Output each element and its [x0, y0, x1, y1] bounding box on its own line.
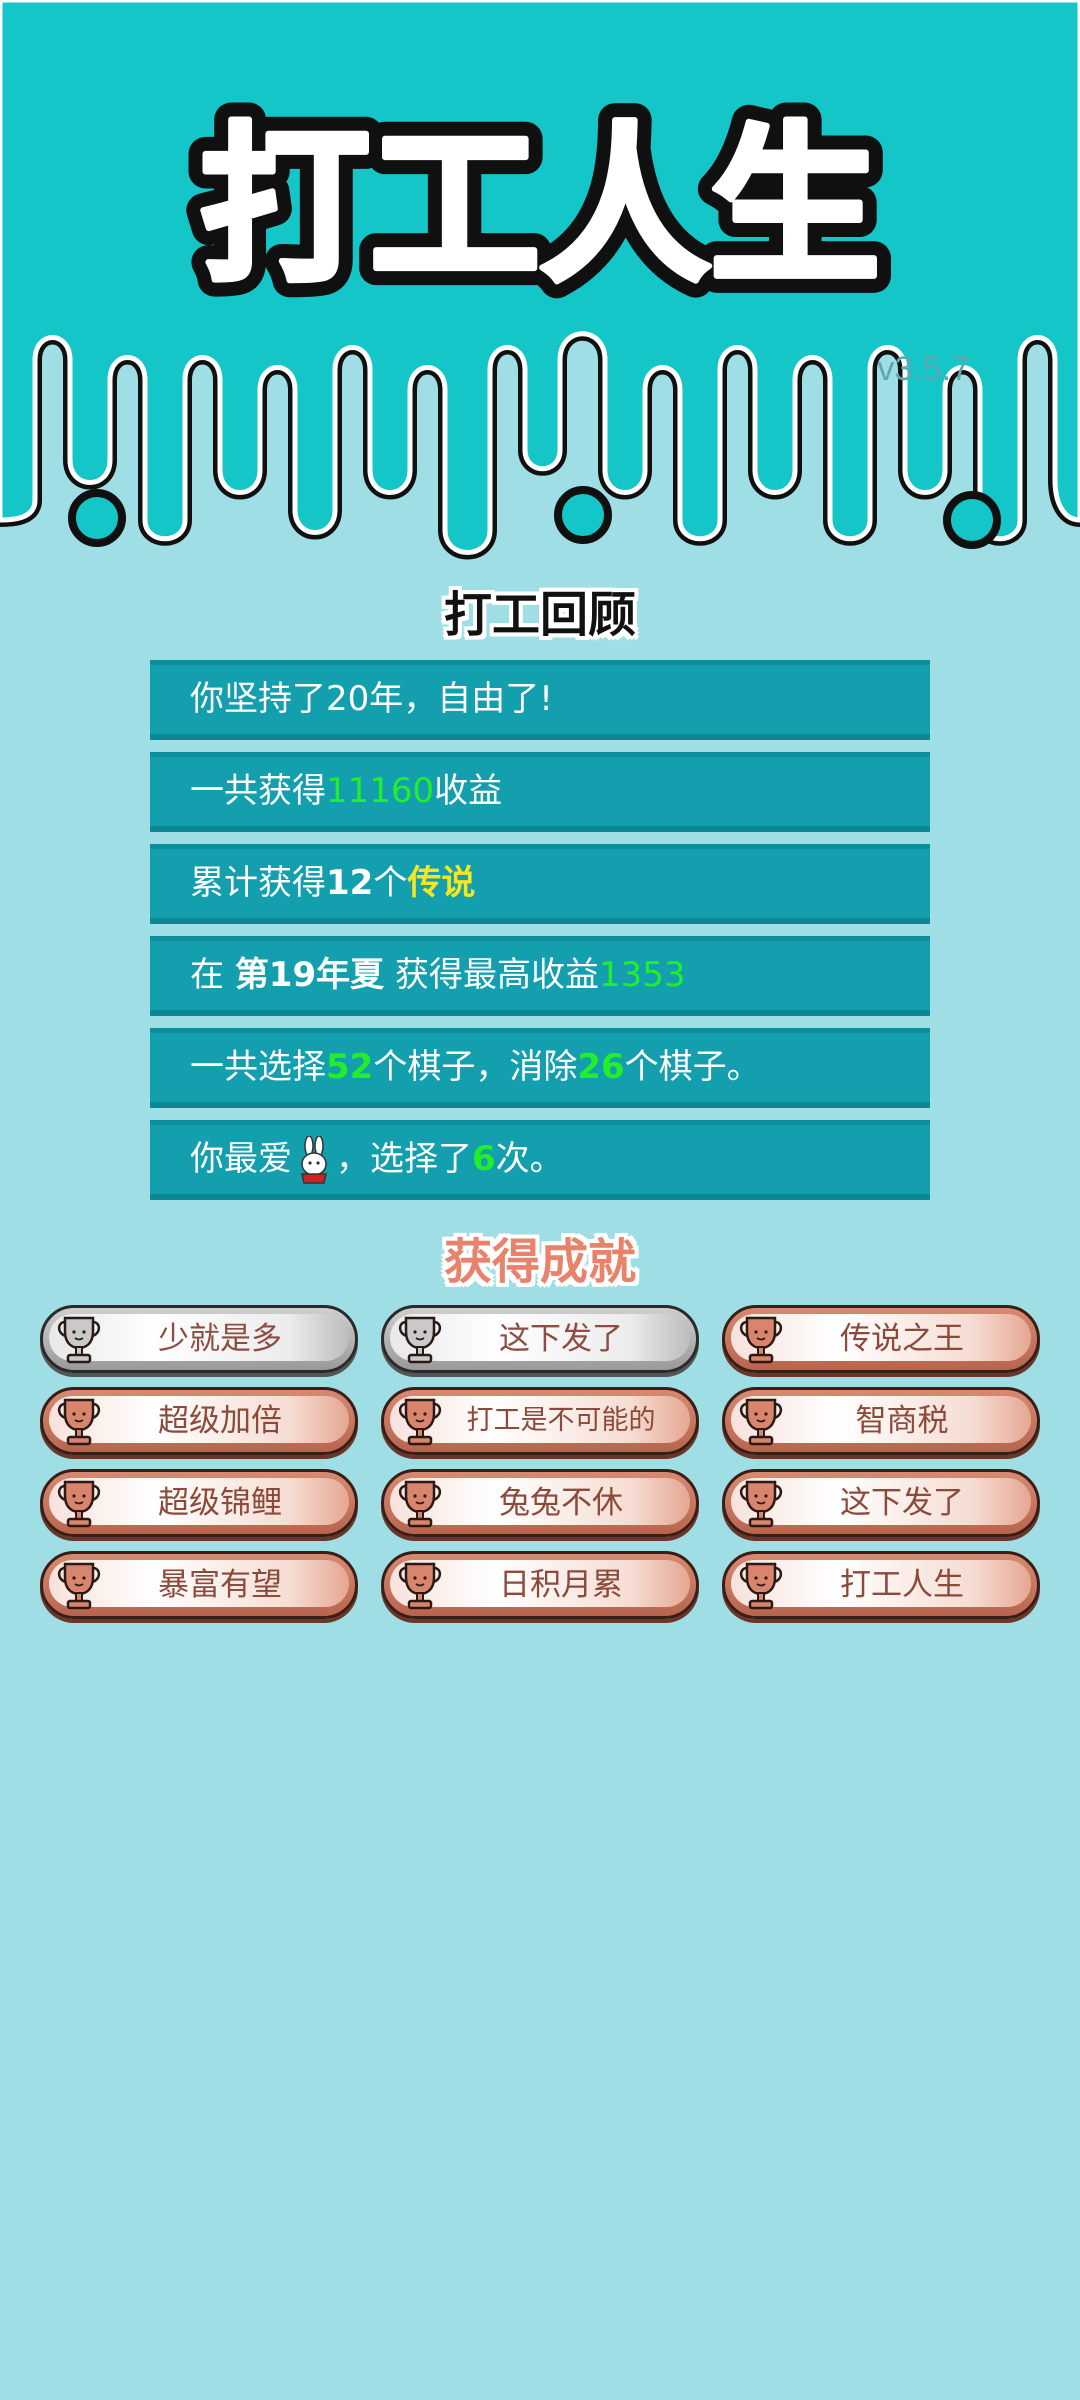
summary-row-best: 在 第19年夏 获得最高收益1353 [150, 936, 930, 1016]
trophy-icon [398, 1562, 442, 1610]
achievement-label: 超级加倍 [158, 1403, 282, 1439]
achievement-label: 日积月累 [499, 1567, 623, 1603]
achievement-label: 传说之王 [840, 1321, 964, 1357]
version-label: v3.5.7 [877, 350, 970, 388]
achievement-badge-2[interactable]: 传说之王 [722, 1305, 1040, 1373]
summary-row-legend: 累计获得12个传说 [150, 844, 930, 924]
achievement-badge-10[interactable]: 日积月累 [381, 1551, 699, 1619]
achievement-badge-8[interactable]: 这下发了 [722, 1469, 1040, 1537]
achievement-label: 打工是不可能的 [466, 1405, 656, 1436]
achievement-badge-4[interactable]: 打工是不可能的 [381, 1387, 699, 1455]
achievement-badge-11[interactable]: 打工人生 [722, 1551, 1040, 1619]
achievement-badge-7[interactable]: 兔兔不休 [381, 1469, 699, 1537]
legend-unit: 个 [373, 863, 408, 903]
legend-highlight: 传说 [407, 863, 476, 903]
trophy-icon [57, 1398, 101, 1446]
favorite-suffix: 次。 [495, 1139, 564, 1179]
summary-row-years: 你坚持了20年，自由了! [150, 660, 930, 740]
best-prefix: 在 [190, 955, 235, 995]
achievements-title: 获得成就 [443, 1234, 636, 1290]
trophy-icon [57, 1562, 101, 1610]
achievement-grid: 少就是多 这下发了 传说之王 超级加倍 打工是不可能的 智商税 超级锦鲤 兔兔不… [40, 1305, 1040, 1619]
best-income-value: 1353 [598, 955, 686, 995]
trophy-icon [398, 1398, 442, 1446]
achievement-label: 暴富有望 [158, 1567, 282, 1603]
achievement-badge-1[interactable]: 这下发了 [381, 1305, 699, 1373]
summary-row-income: 一共获得11160收益 [150, 752, 930, 832]
pieces-removed-value: 26 [577, 1047, 625, 1087]
review-summary: 你坚持了20年，自由了! 一共获得11160收益 累计获得12个传说 在 第19… [150, 660, 930, 1212]
achievement-label: 这下发了 [499, 1321, 623, 1357]
favorite-middle: ，选择了 [336, 1139, 472, 1179]
achievement-label: 这下发了 [840, 1485, 964, 1521]
achievement-label: 少就是多 [158, 1321, 282, 1357]
achievement-label: 打工人生 [840, 1567, 964, 1603]
trophy-icon [57, 1316, 101, 1364]
trophy-icon [398, 1480, 442, 1528]
achievement-badge-0[interactable]: 少就是多 [40, 1305, 358, 1373]
income-suffix: 收益 [434, 771, 503, 811]
pieces-middle: 个棋子，消除 [373, 1047, 578, 1087]
achievement-badge-3[interactable]: 超级加倍 [40, 1387, 358, 1455]
favorite-prefix: 你最爱 [190, 1139, 292, 1179]
best-middle: 获得最高收益 [384, 955, 599, 995]
pieces-suffix: 个棋子。 [624, 1047, 761, 1087]
summary-row-favorite: 你最爱 ，选择了6次。 [150, 1120, 930, 1200]
years-text: 你坚持了20年，自由了! [190, 679, 553, 719]
legend-count: 12 [326, 863, 374, 903]
best-period: 第19年夏 [234, 955, 385, 995]
achievement-label: 兔兔不休 [499, 1485, 623, 1521]
total-income-value: 11160 [326, 771, 435, 811]
legend-prefix: 累计获得 [190, 863, 326, 903]
income-prefix: 一共获得 [190, 771, 326, 811]
achievement-badge-6[interactable]: 超级锦鲤 [40, 1469, 358, 1537]
trophy-icon [398, 1316, 442, 1364]
trophy-icon [57, 1480, 101, 1528]
pieces-prefix: 一共选择 [190, 1047, 326, 1087]
trophy-icon [739, 1316, 783, 1364]
trophy-icon [739, 1562, 783, 1610]
achievement-label: 智商税 [855, 1403, 949, 1439]
review-title: 打工回顾 [443, 587, 636, 643]
trophy-icon [739, 1398, 783, 1446]
achievement-badge-9[interactable]: 暴富有望 [40, 1551, 358, 1619]
pieces-selected-value: 52 [326, 1047, 374, 1087]
header: 打工人生 打工人生 v3.5.7 [0, 0, 1080, 560]
game-title: 打工人生 [200, 108, 880, 306]
bunny-icon [301, 1135, 327, 1184]
favorite-count-value: 6 [472, 1139, 496, 1179]
drip-header-art: 打工人生 打工人生 [0, 0, 1080, 560]
trophy-icon [739, 1480, 783, 1528]
summary-row-pieces: 一共选择52个棋子，消除26个棋子。 [150, 1028, 930, 1108]
achievement-label: 超级锦鲤 [158, 1485, 282, 1521]
achievement-badge-5[interactable]: 智商税 [722, 1387, 1040, 1455]
